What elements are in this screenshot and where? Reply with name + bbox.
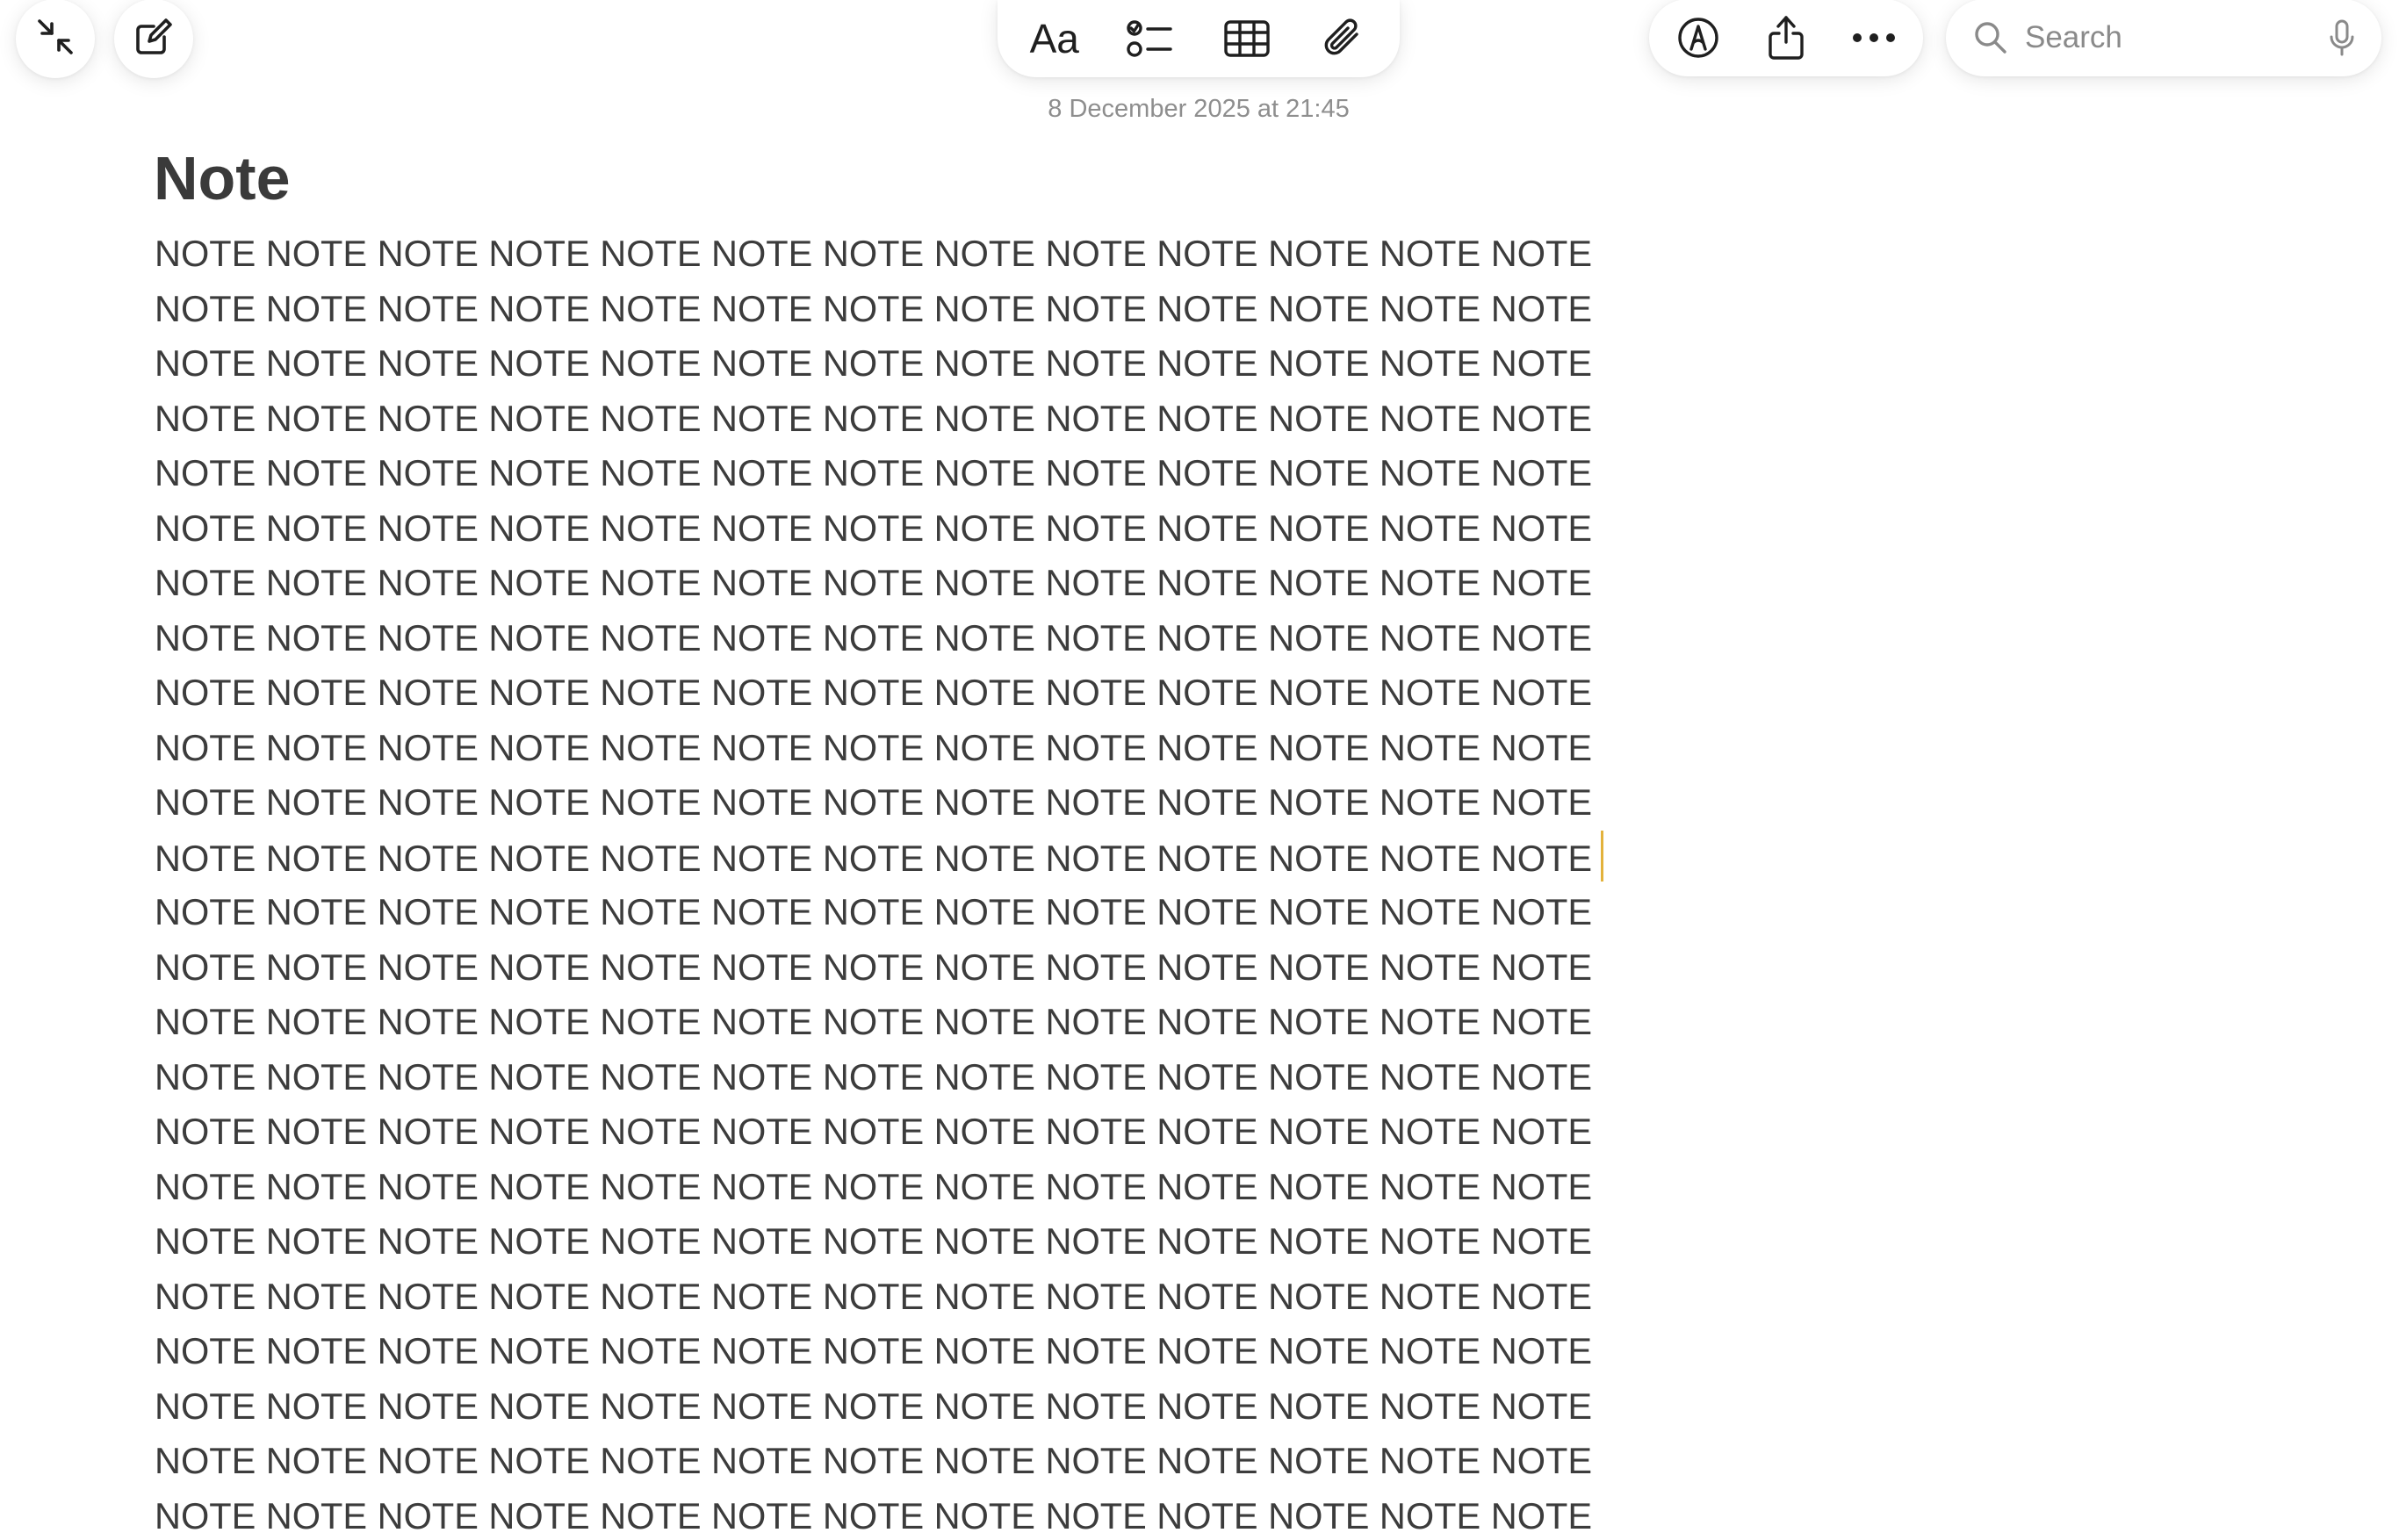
note-line[interactable]: NOTE NOTE NOTE NOTE NOTE NOTE NOTE NOTE … bbox=[155, 885, 1592, 940]
checklist-icon bbox=[1127, 18, 1174, 59]
note-body[interactable]: NOTE NOTE NOTE NOTE NOTE NOTE NOTE NOTE … bbox=[155, 227, 1604, 1540]
note-line[interactable]: NOTE NOTE NOTE NOTE NOTE NOTE NOTE NOTE … bbox=[155, 1379, 1592, 1435]
markup-button[interactable] bbox=[1659, 3, 1738, 73]
note-line[interactable]: NOTE NOTE NOTE NOTE NOTE NOTE NOTE NOTE … bbox=[155, 1105, 1592, 1160]
compose-icon bbox=[133, 16, 175, 62]
note-line[interactable]: NOTE NOTE NOTE NOTE NOTE NOTE NOTE NOTE … bbox=[155, 1434, 1592, 1489]
note-line-text: NOTE NOTE NOTE NOTE NOTE NOTE NOTE NOTE … bbox=[155, 1111, 1593, 1152]
note-line[interactable]: NOTE NOTE NOTE NOTE NOTE NOTE NOTE NOTE … bbox=[155, 611, 1592, 666]
note-line-text: NOTE NOTE NOTE NOTE NOTE NOTE NOTE NOTE … bbox=[155, 1275, 1593, 1317]
note-line-text: NOTE NOTE NOTE NOTE NOTE NOTE NOTE NOTE … bbox=[155, 672, 1593, 713]
note-line-text: NOTE NOTE NOTE NOTE NOTE NOTE NOTE NOTE … bbox=[155, 1001, 1593, 1042]
note-line[interactable]: NOTE NOTE NOTE NOTE NOTE NOTE NOTE NOTE … bbox=[155, 1050, 1592, 1105]
note-line-text: NOTE NOTE NOTE NOTE NOTE NOTE NOTE NOTE … bbox=[155, 1220, 1593, 1262]
note-line-text: NOTE NOTE NOTE NOTE NOTE NOTE NOTE NOTE … bbox=[155, 1385, 1593, 1427]
note-line-text: NOTE NOTE NOTE NOTE NOTE NOTE NOTE NOTE … bbox=[155, 1055, 1593, 1097]
share-button[interactable] bbox=[1747, 3, 1826, 73]
note-line-text: NOTE NOTE NOTE NOTE NOTE NOTE NOTE NOTE … bbox=[155, 891, 1593, 932]
note-line[interactable]: NOTE NOTE NOTE NOTE NOTE NOTE NOTE NOTE … bbox=[155, 501, 1592, 557]
note-line[interactable]: NOTE NOTE NOTE NOTE NOTE NOTE NOTE NOTE … bbox=[155, 1214, 1592, 1270]
format-label: Aa bbox=[1029, 16, 1079, 61]
search-icon bbox=[1974, 21, 2007, 54]
note-timestamp: 8 December 2025 at 21:45 bbox=[1048, 95, 1350, 123]
format-text-button[interactable]: Aa bbox=[1015, 4, 1094, 74]
note-line-text: NOTE NOTE NOTE NOTE NOTE NOTE NOTE NOTE … bbox=[155, 287, 1593, 329]
more-button[interactable] bbox=[1834, 3, 1913, 73]
notes-window: Aa Search 8 December 2025 at 21:45 Note … bbox=[0, 0, 2399, 1540]
share-icon bbox=[1766, 14, 1806, 61]
note-line-text: NOTE NOTE NOTE NOTE NOTE NOTE NOTE NOTE … bbox=[155, 452, 1593, 493]
note-line-text: NOTE NOTE NOTE NOTE NOTE NOTE NOTE NOTE … bbox=[155, 726, 1593, 768]
note-line-text: NOTE NOTE NOTE NOTE NOTE NOTE NOTE NOTE … bbox=[155, 342, 1593, 384]
note-line-text: NOTE NOTE NOTE NOTE NOTE NOTE NOTE NOTE … bbox=[155, 1494, 1593, 1536]
arrows-collapse-icon bbox=[35, 17, 76, 61]
new-note-button[interactable] bbox=[114, 0, 193, 78]
note-line-text: NOTE NOTE NOTE NOTE NOTE NOTE NOTE NOTE … bbox=[155, 233, 1593, 274]
attachment-button[interactable] bbox=[1303, 4, 1382, 74]
note-line-text: NOTE NOTE NOTE NOTE NOTE NOTE NOTE NOTE … bbox=[155, 1440, 1593, 1481]
format-toolbar: Aa bbox=[998, 0, 1400, 77]
search-input[interactable] bbox=[2025, 20, 2306, 55]
note-title[interactable]: Note bbox=[154, 139, 291, 218]
note-line[interactable]: NOTE NOTE NOTE NOTE NOTE NOTE NOTE NOTE … bbox=[155, 392, 1592, 447]
note-line-text: NOTE NOTE NOTE NOTE NOTE NOTE NOTE NOTE … bbox=[155, 946, 1593, 988]
actions-toolbar bbox=[1649, 0, 1923, 76]
note-line-text: NOTE NOTE NOTE NOTE NOTE NOTE NOTE NOTE … bbox=[155, 507, 1593, 549]
markup-pen-icon bbox=[1676, 16, 1720, 60]
note-line[interactable]: NOTE NOTE NOTE NOTE NOTE NOTE NOTE NOTE … bbox=[155, 940, 1592, 996]
note-line[interactable]: NOTE NOTE NOTE NOTE NOTE NOTE NOTE NOTE … bbox=[155, 227, 1592, 282]
note-line[interactable]: NOTE NOTE NOTE NOTE NOTE NOTE NOTE NOTE … bbox=[155, 721, 1592, 776]
note-line-text: NOTE NOTE NOTE NOTE NOTE NOTE NOTE NOTE … bbox=[155, 562, 1593, 603]
note-line[interactable]: NOTE NOTE NOTE NOTE NOTE NOTE NOTE NOTE … bbox=[155, 446, 1592, 501]
note-line-text: NOTE NOTE NOTE NOTE NOTE NOTE NOTE NOTE … bbox=[155, 616, 1593, 658]
microphone-icon[interactable] bbox=[2329, 19, 2355, 56]
note-line[interactable]: NOTE NOTE NOTE NOTE NOTE NOTE NOTE NOTE … bbox=[155, 556, 1592, 611]
checklist-button[interactable] bbox=[1111, 4, 1190, 74]
note-line[interactable]: NOTE NOTE NOTE NOTE NOTE NOTE NOTE NOTE … bbox=[155, 995, 1592, 1050]
note-line[interactable]: NOTE NOTE NOTE NOTE NOTE NOTE NOTE NOTE … bbox=[155, 775, 1592, 831]
collapse-button[interactable] bbox=[16, 0, 95, 78]
note-line[interactable]: NOTE NOTE NOTE NOTE NOTE NOTE NOTE NOTE … bbox=[155, 282, 1592, 337]
note-line[interactable]: NOTE NOTE NOTE NOTE NOTE NOTE NOTE NOTE … bbox=[155, 336, 1592, 392]
paperclip-icon bbox=[1322, 17, 1364, 61]
note-line[interactable]: NOTE NOTE NOTE NOTE NOTE NOTE NOTE NOTE … bbox=[155, 666, 1592, 721]
note-line-text: NOTE NOTE NOTE NOTE NOTE NOTE NOTE NOTE … bbox=[155, 1330, 1593, 1371]
note-line[interactable]: NOTE NOTE NOTE NOTE NOTE NOTE NOTE NOTE … bbox=[155, 1324, 1592, 1379]
note-line-text: NOTE NOTE NOTE NOTE NOTE NOTE NOTE NOTE … bbox=[155, 837, 1593, 879]
note-line[interactable]: NOTE NOTE NOTE NOTE NOTE NOTE NOTE NOTE … bbox=[155, 1489, 1592, 1540]
note-line-text: NOTE NOTE NOTE NOTE NOTE NOTE NOTE NOTE … bbox=[155, 1165, 1593, 1207]
ellipsis-icon bbox=[1852, 32, 1896, 44]
note-line[interactable]: NOTE NOTE NOTE NOTE NOTE NOTE NOTE NOTE … bbox=[155, 1160, 1592, 1215]
text-cursor bbox=[1601, 830, 1604, 882]
note-line-text: NOTE NOTE NOTE NOTE NOTE NOTE NOTE NOTE … bbox=[155, 781, 1593, 823]
table-button[interactable] bbox=[1207, 4, 1286, 74]
note-line[interactable]: NOTE NOTE NOTE NOTE NOTE NOTE NOTE NOTE … bbox=[155, 830, 1604, 886]
table-icon bbox=[1223, 19, 1271, 58]
search-bar[interactable] bbox=[1946, 0, 2381, 76]
note-line-text: NOTE NOTE NOTE NOTE NOTE NOTE NOTE NOTE … bbox=[155, 397, 1593, 439]
note-line[interactable]: NOTE NOTE NOTE NOTE NOTE NOTE NOTE NOTE … bbox=[155, 1270, 1592, 1325]
